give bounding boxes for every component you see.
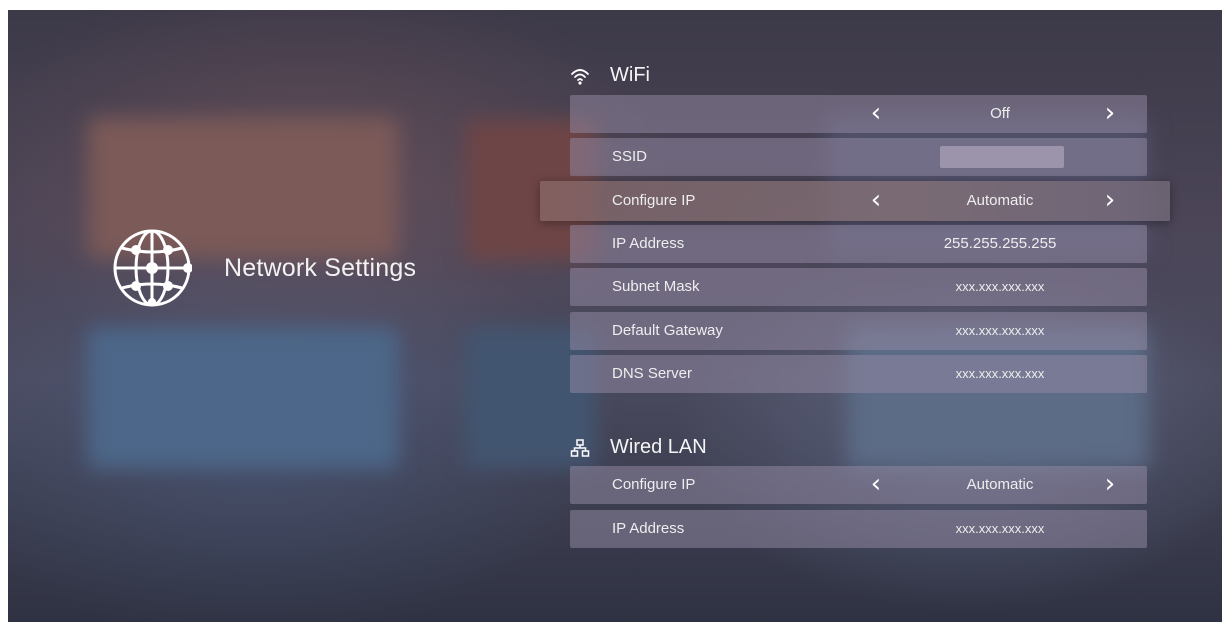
wifi-ssid-row[interactable]: SSID <box>570 138 1147 176</box>
ip-address-label: IP Address <box>612 235 685 252</box>
lan-section-header: Wired LAN <box>570 436 707 459</box>
chevron-right-icon[interactable]: › <box>1100 470 1120 498</box>
wifi-dns-server-row[interactable]: DNS Server xxx.xxx.xxx.xxx <box>570 355 1147 393</box>
wired-lan-icon <box>570 438 590 457</box>
dns-server-label: DNS Server <box>612 365 693 382</box>
lan-ip-address-row[interactable]: IP Address xxx.xxx.xxx.xxx <box>570 510 1147 548</box>
configure-ip-label: Configure IP <box>612 476 696 493</box>
wifi-default-gateway-row[interactable]: Default Gateway xxx.xxx.xxx.xxx <box>570 312 1147 350</box>
ssid-value <box>940 146 1064 168</box>
wifi-section-title: WiFi <box>610 64 650 86</box>
dns-server-value: xxx.xxx.xxx.xxx <box>955 366 1045 381</box>
ip-address-label: IP Address <box>612 520 685 537</box>
background-tile <box>88 328 398 468</box>
ip-address-value: 255.255.255.255 <box>943 235 1057 252</box>
subnet-mask-value: xxx.xxx.xxx.xxx <box>955 279 1045 294</box>
globe-network-icon <box>113 229 192 307</box>
wifi-icon <box>571 68 589 85</box>
configure-ip-value: Automatic <box>966 192 1034 209</box>
lan-section-title: Wired LAN <box>610 436 707 458</box>
chevron-left-icon[interactable]: ‹ <box>866 470 886 498</box>
ssid-label: SSID <box>612 148 648 165</box>
configure-ip-label: Configure IP <box>612 192 696 209</box>
subnet-mask-label: Subnet Mask <box>612 278 700 295</box>
default-gateway-value: xxx.xxx.xxx.xxx <box>955 323 1045 338</box>
wifi-configure-ip-row[interactable]: Configure IP ‹ Automatic › <box>540 181 1170 221</box>
default-gateway-label: Default Gateway <box>612 322 723 339</box>
wifi-section-header: WiFi <box>570 64 650 87</box>
chevron-right-icon[interactable]: › <box>1100 186 1120 214</box>
chevron-left-icon[interactable]: ‹ <box>866 186 886 214</box>
wifi-toggle-row[interactable]: ‹ Off › <box>570 95 1147 133</box>
page-title: Network Settings <box>224 253 417 282</box>
chevron-left-icon[interactable]: ‹ <box>866 99 886 127</box>
wifi-ip-address-row[interactable]: IP Address 255.255.255.255 <box>570 225 1147 263</box>
wifi-subnet-mask-row[interactable]: Subnet Mask xxx.xxx.xxx.xxx <box>570 268 1147 306</box>
chevron-right-icon[interactable]: › <box>1100 99 1120 127</box>
lan-configure-ip-row[interactable]: Configure IP ‹ Automatic › <box>570 466 1147 504</box>
page-header: Network Settings <box>112 228 416 308</box>
ip-address-value: xxx.xxx.xxx.xxx <box>955 521 1045 536</box>
wifi-status-value: Off <box>990 105 1010 122</box>
configure-ip-value: Automatic <box>966 476 1034 493</box>
